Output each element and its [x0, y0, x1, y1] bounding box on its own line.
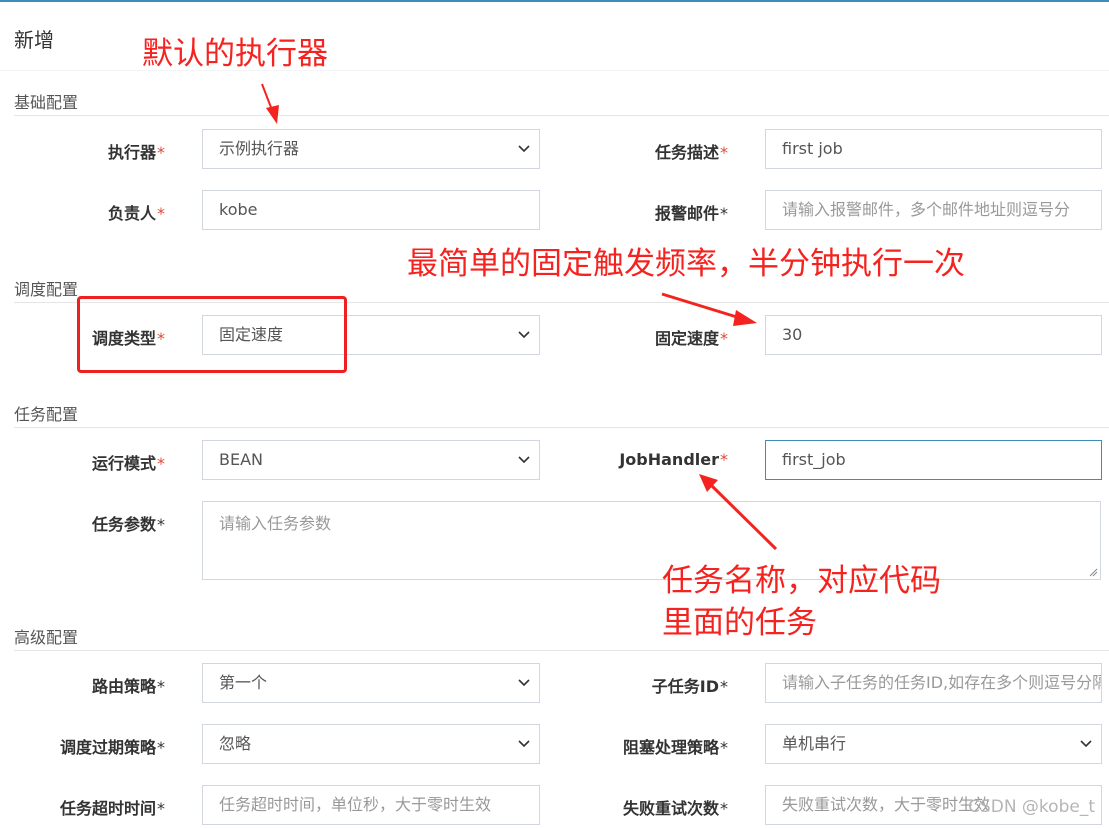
arrow-to-fix-rate	[661, 292, 757, 326]
watermark: CSDN @kobe_t	[968, 797, 1095, 817]
arrow-to-job-handler	[699, 474, 778, 551]
annotation-arrows	[261, 83, 778, 551]
arrow-to-executor	[261, 83, 279, 124]
